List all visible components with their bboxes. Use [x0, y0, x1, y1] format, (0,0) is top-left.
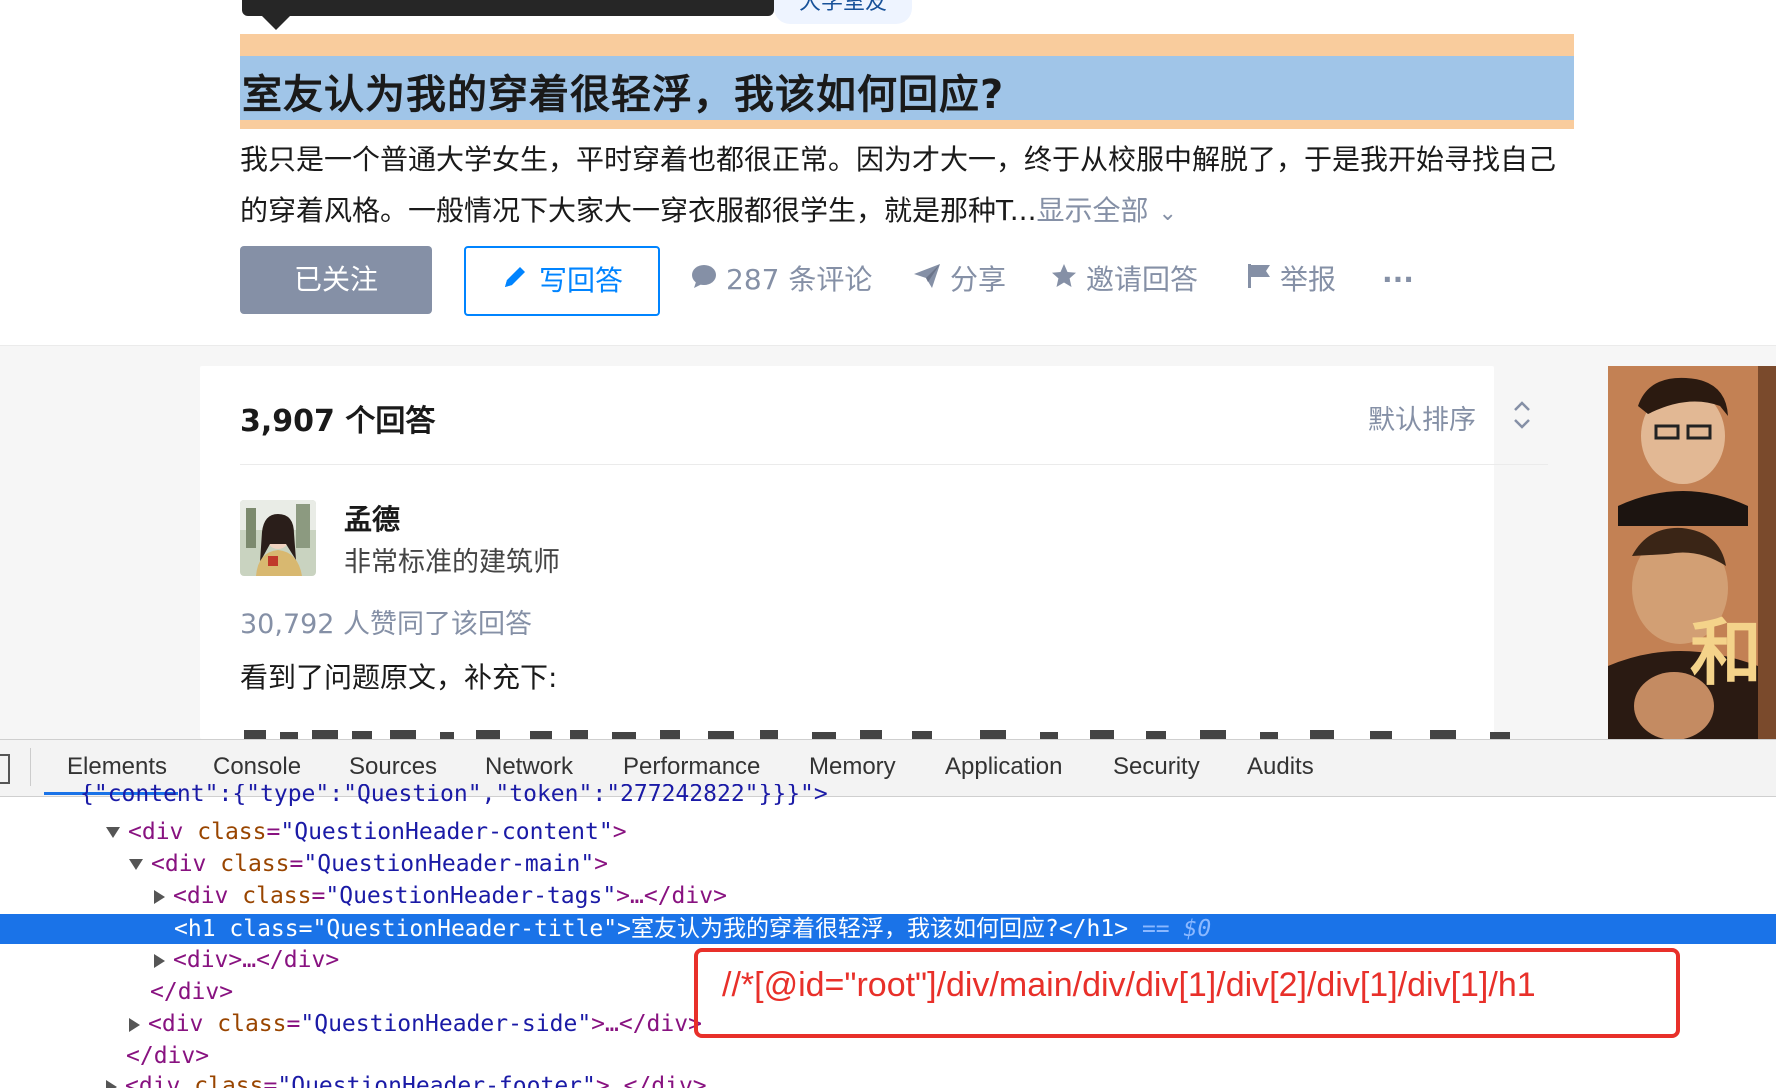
- dom-close-div[interactable]: </div>: [150, 976, 233, 1008]
- more-options-button[interactable]: ···: [1382, 260, 1414, 300]
- dom-attr: class: [197, 819, 267, 845]
- dom-node-div-collapsed[interactable]: <div>…</div>: [154, 944, 339, 976]
- question-excerpt: 我只是一个普通大学女生，平时穿着也都很正常。因为才大一，终于从校服中解脱了，于是…: [240, 134, 1570, 239]
- author-avatar[interactable]: [240, 500, 316, 576]
- dom-line-text: </div>: [150, 979, 234, 1005]
- dom-line-text: {"content":{"type":"Question","token":"2…: [80, 784, 828, 807]
- xpath-annotation-text: //*[@id="root"]/div/main/div/div[1]/div[…: [722, 966, 1536, 1004]
- expand-triangle-icon[interactable]: [106, 1079, 117, 1088]
- sort-updown-icon[interactable]: [1510, 398, 1534, 436]
- inspect-highlight-padding-top: [240, 34, 1574, 56]
- topic-tag[interactable]: 大学室友: [774, 0, 912, 24]
- sort-dropdown[interactable]: 默认排序: [1368, 398, 1476, 437]
- dom-tag-close: >…</div>: [595, 1073, 707, 1088]
- dom-attr-value: "QuestionHeader-footer": [277, 1073, 596, 1088]
- dom-line-text: <div>…</div>: [173, 947, 340, 973]
- paper-plane-icon: [912, 261, 942, 301]
- dom-console-ref-eq: ==: [1141, 916, 1170, 942]
- author-bio: 非常标准的建筑师: [344, 547, 560, 578]
- inspect-highlight-padding-bottom: [240, 120, 1574, 129]
- answer-count: 3,907 个回答: [240, 404, 436, 439]
- dom-attr-value: "QuestionHeader-tags": [325, 883, 617, 909]
- dom-tag: div: [161, 1011, 204, 1037]
- dom-node-question-header-main[interactable]: <div class="QuestionHeader-main">: [129, 848, 608, 880]
- report-label: 举报: [1280, 263, 1337, 296]
- flag-icon: [1246, 261, 1272, 301]
- dom-attr: class: [242, 883, 312, 909]
- dom-h1-open-tag: <h1 class="QuestionHeader-title">: [174, 916, 631, 942]
- expand-triangle-icon[interactable]: [154, 889, 165, 904]
- dom-tag: div: [138, 1073, 181, 1088]
- dom-close-div[interactable]: </div>: [126, 1040, 209, 1072]
- collapse-triangle-icon[interactable]: [106, 827, 120, 838]
- comments-button[interactable]: 287 条评论: [690, 260, 872, 300]
- tab-application[interactable]: Application: [945, 739, 1062, 795]
- question-excerpt-text: 我只是一个普通大学女生，平时穿着也都很正常。因为才大一，终于从校服中解脱了，于是…: [240, 143, 1557, 227]
- expand-triangle-icon[interactable]: [129, 1017, 140, 1032]
- card-divider: [240, 464, 1548, 465]
- dom-console-ref: $0: [1183, 916, 1212, 942]
- dom-node-question-header-tags[interactable]: <div class="QuestionHeader-tags">…</div>: [154, 880, 727, 912]
- invite-answer-button[interactable]: 邀请回答: [1050, 260, 1198, 300]
- collapse-triangle-icon[interactable]: [129, 859, 143, 870]
- show-all-link[interactable]: 显示全部: [1037, 194, 1149, 227]
- chevron-down-icon[interactable]: ⌄: [1159, 201, 1177, 226]
- expand-triangle-icon[interactable]: [154, 953, 165, 968]
- report-button[interactable]: 举报: [1246, 260, 1336, 300]
- write-answer-button[interactable]: 写回答: [464, 246, 660, 316]
- dom-h1-text: 室友认为我的穿着很轻浮，我该如何回应?: [630, 916, 1059, 942]
- write-answer-label: 写回答: [538, 264, 623, 297]
- dom-attr-value: "QuestionHeader-side": [300, 1011, 592, 1037]
- more-options-label: ···: [1382, 263, 1414, 296]
- author-name[interactable]: 孟德: [344, 498, 400, 538]
- follow-button[interactable]: 已关注: [240, 246, 432, 314]
- tab-security[interactable]: Security: [1113, 739, 1200, 795]
- dom-tag: div: [141, 819, 184, 845]
- dom-node-question-header-footer[interactable]: <div class="QuestionHeader-footer">…</di…: [106, 1070, 707, 1088]
- dom-line-text: </div>: [126, 1043, 210, 1069]
- invite-answer-label: 邀请回答: [1086, 263, 1199, 296]
- topic-tag-label: 大学室友: [798, 0, 887, 15]
- comments-label: 287 条评论: [726, 263, 873, 296]
- dock-toggle-icon[interactable]: [0, 754, 10, 784]
- pencil-icon: [501, 249, 529, 315]
- dom-attr-value: "QuestionHeader-content": [280, 819, 613, 845]
- dom-tag: div: [164, 851, 207, 877]
- follow-button-label: 已关注: [293, 263, 378, 296]
- share-button[interactable]: 分享: [912, 260, 1006, 300]
- comment-bubble-icon: [690, 261, 718, 301]
- dom-attr-value: "QuestionHeader-main": [303, 851, 595, 877]
- dom-node-question-header-content[interactable]: <div class="QuestionHeader-content">: [106, 816, 627, 848]
- dom-h1-close-tag: </h1>: [1058, 916, 1129, 942]
- answer-first-line: 看到了问题原文，补充下:: [240, 661, 558, 694]
- dom-attr: class: [217, 1011, 287, 1037]
- dom-node-question-title-h1[interactable]: <h1 class="QuestionHeader-title">室友认为我的穿…: [174, 913, 1211, 945]
- tooltip-arrow: [262, 16, 290, 30]
- ad-headline-char: 和: [1690, 611, 1762, 695]
- element-inspect-tooltip: [242, 0, 774, 16]
- answer-text-clipped: [240, 726, 1540, 739]
- dom-tag-close: >…</div>: [591, 1011, 702, 1037]
- vote-count: 30,792 人赞同了该回答: [240, 609, 533, 640]
- dom-tag-close: >…</div>: [616, 883, 727, 909]
- tab-audits[interactable]: Audits: [1247, 739, 1314, 795]
- dom-line-attr-continuation[interactable]: {"content":{"type":"Question","token":"2…: [80, 784, 828, 808]
- side-ad-banner[interactable]: 和: [1608, 366, 1776, 739]
- question-title: 室友认为我的穿着很轻浮，我该如何回应?: [242, 72, 1005, 118]
- share-label: 分享: [950, 263, 1007, 296]
- dom-tag: div: [186, 883, 229, 909]
- tabbar-separator: [30, 748, 31, 786]
- dom-node-question-header-side[interactable]: <div class="QuestionHeader-side">…</div>: [129, 1008, 702, 1040]
- dom-attr: class: [194, 1073, 264, 1088]
- dom-attr: class: [220, 851, 290, 877]
- star-icon: [1050, 261, 1078, 301]
